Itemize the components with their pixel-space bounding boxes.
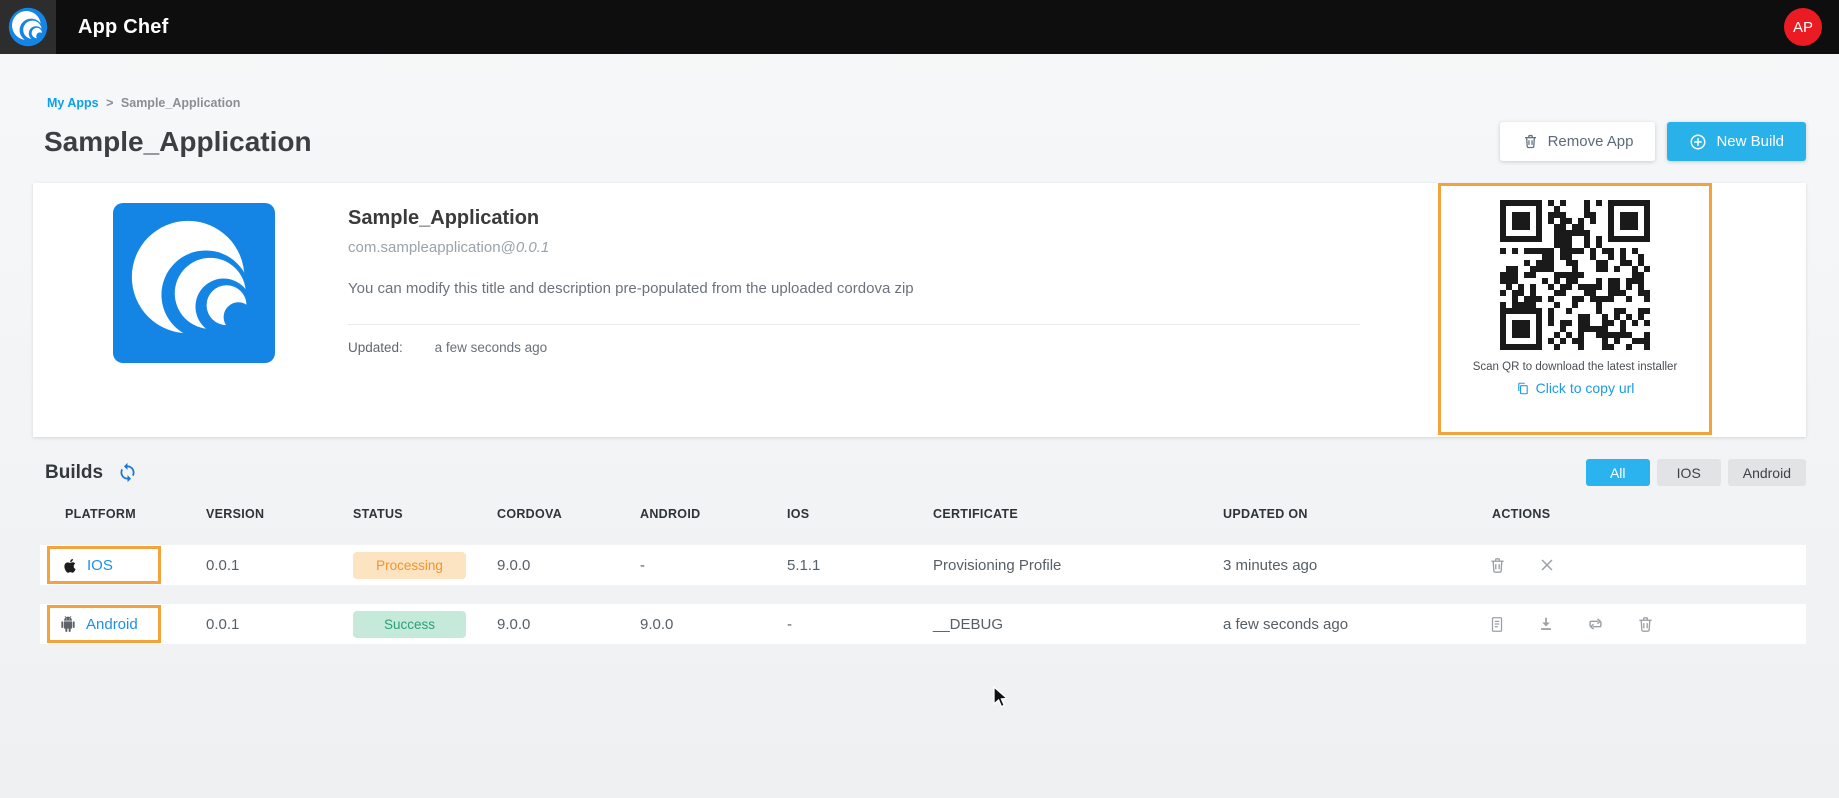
app-name: Sample_Application [348,207,1360,230]
breadcrumb-my-apps[interactable]: My Apps [47,96,99,110]
cell-android: - [640,557,787,574]
builds-header: Builds All IOS Android [45,459,1806,486]
apple-icon [60,556,77,575]
card-divider [348,324,1360,325]
platform-label: IOS [87,557,113,574]
delete-build-icon[interactable] [1636,615,1655,634]
builds-table: PLATFORM VERSION STATUS CORDOVA ANDROID … [40,502,1806,644]
platform-filters: All IOS Android [1586,459,1806,486]
cancel-build-icon[interactable] [1538,556,1556,575]
updated-row: Updated: a few seconds ago [348,340,1360,355]
app-chef-screen: App Chef AP My Apps > Sample_Application… [0,0,1839,798]
app-description: You can modify this title and descriptio… [348,280,1360,297]
cell-cordova: 9.0.0 [497,557,640,574]
cell-updated: a few seconds ago [1223,616,1492,633]
builds-section: Builds All IOS Android PLATFORM VERSION … [33,459,1806,644]
app-bundle-id: com.sampleapplication@0.0.1 [348,239,1360,256]
build-row-android: Android 0.0.1 Success 9.0.0 9.0.0 - __DE… [40,604,1806,644]
cell-certificate: Provisioning Profile [933,557,1223,574]
plus-circle-icon [1689,133,1707,151]
remove-app-button[interactable]: Remove App [1500,122,1656,161]
builds-table-header: PLATFORM VERSION STATUS CORDOVA ANDROID … [40,502,1806,526]
new-build-label: New Build [1716,133,1784,150]
download-build-icon[interactable] [1537,615,1555,634]
column-updated-on: UPDATED ON [1223,507,1492,521]
app-version: 0.0.1 [516,239,549,256]
column-certificate: CERTIFICATE [933,507,1223,521]
column-version: VERSION [206,507,353,521]
app-icon [113,203,275,363]
column-actions: ACTIONS [1492,507,1806,521]
new-build-button[interactable]: New Build [1667,122,1806,161]
column-status: STATUS [353,507,497,521]
app-info: Sample_Application com.sampleapplication… [348,183,1360,355]
app-card: Sample_Application com.sampleapplication… [33,183,1806,437]
platform-link-ios[interactable]: IOS [47,546,161,584]
refresh-builds-icon[interactable] [117,462,138,483]
column-ios: IOS [787,507,933,521]
wave-logo-icon [120,209,268,357]
rebuild-icon[interactable] [1586,615,1605,634]
wave-logo-icon [8,7,48,47]
platform-link-android[interactable]: Android [47,605,161,643]
android-icon [60,615,76,633]
copy-url-label: Click to copy url [1536,380,1635,396]
column-platform: PLATFORM [65,507,206,521]
qr-panel: Scan QR to download the latest installer… [1438,183,1712,435]
cell-certificate: __DEBUG [933,616,1223,633]
cell-version: 0.0.1 [206,557,353,574]
breadcrumb-current: Sample_Application [121,96,240,110]
copy-icon [1516,381,1530,396]
cell-android: 9.0.0 [640,616,787,633]
mouse-cursor [992,686,1012,710]
trash-icon [1522,133,1539,150]
breadcrumb-separator: > [106,96,113,110]
cell-ios: 5.1.1 [787,557,933,574]
status-badge-success: Success [353,611,466,638]
status-badge-processing: Processing [353,552,466,579]
build-log-icon[interactable] [1488,615,1506,634]
column-android: ANDROID [640,507,787,521]
user-avatar[interactable]: AP [1784,8,1822,46]
cell-ios: - [787,616,933,633]
column-cordova: CORDOVA [497,507,640,521]
row-actions [1488,615,1806,634]
cell-cordova: 9.0.0 [497,616,640,633]
builds-title: Builds [45,462,103,484]
breadcrumb: My Apps > Sample_Application [47,96,1806,110]
topbar: App Chef AP [0,0,1839,54]
filter-android-button[interactable]: Android [1728,459,1806,486]
row-actions [1488,556,1806,575]
header-actions: Remove App New Build [1500,122,1806,161]
updated-label: Updated: [348,340,403,355]
remove-app-label: Remove App [1548,133,1634,150]
page-header: Sample_Application Remove App [33,122,1806,161]
filter-ios-button[interactable]: IOS [1657,459,1721,486]
platform-label: Android [86,616,138,633]
updated-value: a few seconds ago [435,340,548,355]
build-row-ios: IOS 0.0.1 Processing 9.0.0 - 5.1.1 Provi… [40,545,1806,585]
filter-all-button[interactable]: All [1586,459,1650,486]
qr-caption: Scan QR to download the latest installer [1473,361,1678,373]
cell-updated: 3 minutes ago [1223,557,1492,574]
cell-version: 0.0.1 [206,616,353,633]
delete-build-icon[interactable] [1488,556,1507,575]
copy-url-link[interactable]: Click to copy url [1516,380,1635,396]
app-title: App Chef [78,16,168,39]
qr-code [1500,200,1650,350]
app-chef-logo[interactable] [0,0,56,54]
main-content: My Apps > Sample_Application Sample_Appl… [0,96,1839,644]
page-title: Sample_Application [44,126,312,158]
